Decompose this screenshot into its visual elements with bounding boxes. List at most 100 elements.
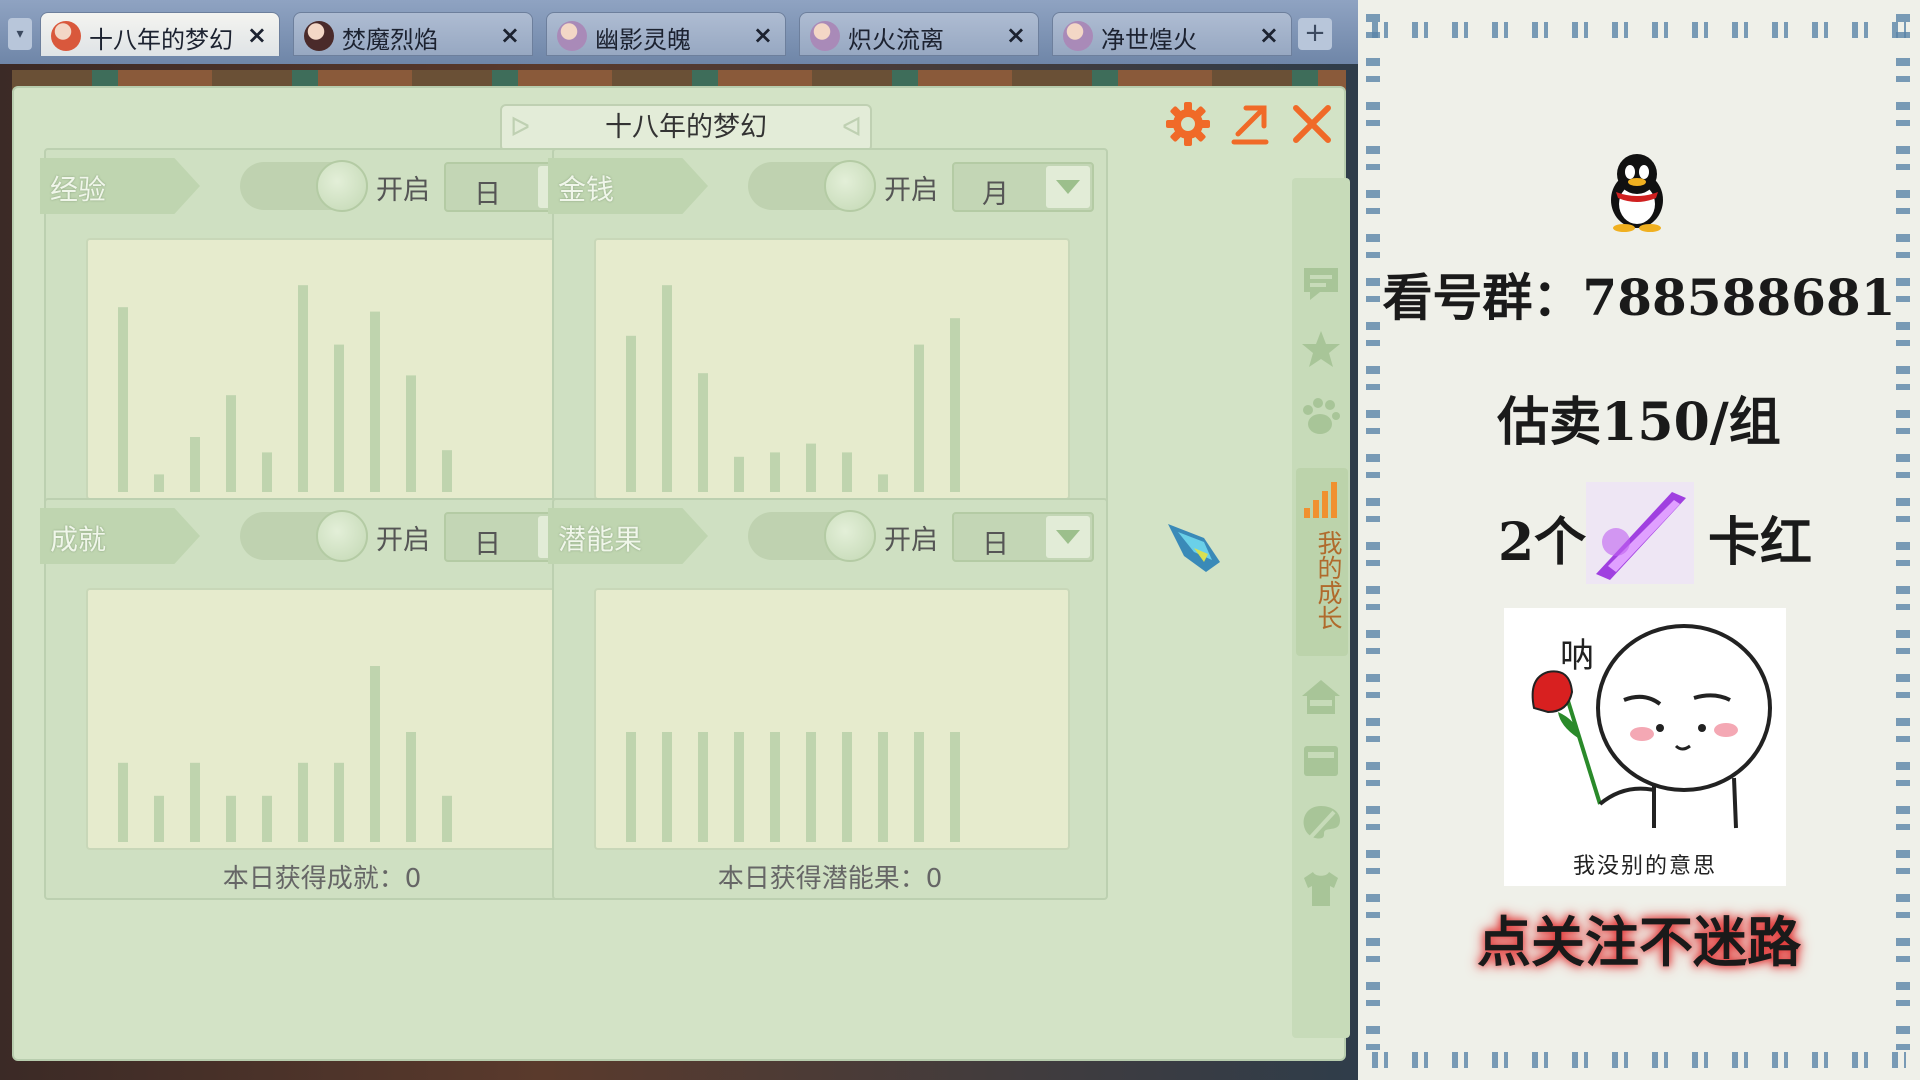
tab-label: 焚魔烈焰 (342, 26, 438, 54)
tab-close-icon[interactable]: × (500, 21, 520, 49)
tab-label: 幽影灵魄 (595, 26, 691, 54)
chart-bar (806, 443, 816, 492)
browser-tab[interactable]: 炽火流离 × (799, 12, 1039, 56)
chart-bar (406, 732, 416, 842)
bar-chart-plot (626, 732, 960, 842)
purple-item-icon (1586, 482, 1694, 584)
chart-bar (118, 762, 128, 842)
bar-chart (86, 238, 562, 500)
chart-bar (842, 452, 852, 492)
bar-chart-plot (118, 285, 452, 492)
growth-panel: ᐅ 十八年的梦幻 ᐊ 经验 开启 日 金钱 开启 月 成就 开启 日 本日获得成… (12, 86, 1350, 1061)
sticker-exclaim: 呐 (1560, 636, 1594, 676)
promo-overlay: 看号群：788588681 估卖150/组 2个 卡红 呐 我没别的意思 点关注… (1358, 0, 1920, 1080)
period-select[interactable]: 日 (952, 512, 1094, 562)
chart-bar (950, 318, 960, 492)
browser-tab[interactable]: 净世煌火 × (1052, 12, 1292, 56)
chart-bar (190, 437, 200, 492)
chart-bar (226, 795, 236, 842)
tab-label: 十八年的梦幻 (89, 26, 233, 54)
meme-sticker: 呐 我没别的意思 (1504, 608, 1786, 886)
chart-bar (842, 732, 852, 842)
tab-avatar-icon (557, 21, 587, 51)
palette-icon[interactable] (1300, 802, 1342, 844)
card-title: 经验 (50, 173, 107, 206)
period-value: 日 (474, 529, 501, 560)
promo-border-bottom (1372, 1052, 1906, 1068)
chart-bar (226, 395, 236, 492)
chart-bar (262, 452, 272, 492)
tab-label: 炽火流离 (848, 26, 944, 54)
experience-card: 经验开启日总经验：514亿 (40, 148, 600, 550)
title-right-ornament: ᐊ (842, 113, 862, 143)
new-tab-button[interactable]: + (1298, 18, 1332, 50)
external-link-icon[interactable] (1224, 98, 1276, 150)
home-icon[interactable] (1300, 676, 1342, 718)
chart-bar (406, 375, 416, 492)
toggle-knob (316, 510, 368, 562)
tab-avatar-icon (810, 21, 840, 51)
panel-title: 十八年的梦幻 (605, 112, 767, 143)
period-value: 日 (474, 179, 501, 210)
enable-toggle[interactable] (240, 160, 368, 212)
card-title: 潜能果 (558, 523, 643, 556)
chart-bar (298, 285, 308, 492)
toggle-label: 开启 (884, 175, 938, 206)
browser-tab[interactable]: 幽影灵魄 × (546, 12, 786, 56)
gem-cursor-icon (1168, 524, 1220, 572)
chart-bar (262, 795, 272, 842)
chart-bar (334, 762, 344, 842)
tab-close-icon[interactable]: × (1259, 21, 1279, 49)
panel-sidebar: 我的成长 (1292, 178, 1350, 1038)
chevron-down-icon[interactable] (1046, 516, 1090, 558)
chart-bar (334, 344, 344, 492)
chart-bar (442, 450, 452, 492)
title-left-ornament: ᐅ (510, 113, 530, 143)
panel-title-plate: ᐅ 十八年的梦幻 ᐊ (500, 104, 872, 152)
card-summary: 本日获得成就：0 (222, 864, 422, 894)
tab-menu-button[interactable]: ▾ (8, 18, 32, 50)
browser-tab[interactable]: 焚魔烈焰 × (293, 12, 533, 56)
achievement-card: 成就 开启 日本日获得成就：0 (40, 498, 600, 900)
enable-toggle[interactable] (240, 510, 368, 562)
chart-bar (442, 795, 452, 842)
sidebar-item-my-growth[interactable]: 我的成长 (1296, 468, 1348, 656)
star-icon[interactable] (1300, 328, 1342, 370)
tab-label: 净世煌火 (1101, 26, 1197, 54)
chevron-down-icon[interactable] (1046, 166, 1090, 208)
shirt-icon[interactable] (1300, 868, 1342, 910)
toggle-label: 开启 (884, 525, 938, 556)
gear-icon[interactable] (1162, 98, 1214, 150)
money-card: 金钱开启月本月获得金钱：4685万 (548, 148, 1108, 550)
bar-chart (594, 238, 1070, 500)
enable-toggle[interactable] (748, 510, 876, 562)
chat-icon[interactable] (1300, 262, 1342, 304)
chart-bar (770, 452, 780, 492)
browser-tab[interactable]: 十八年的梦幻 × (40, 12, 280, 56)
card-title: 成就 (50, 523, 107, 556)
paw-icon[interactable] (1300, 396, 1342, 438)
growth-chart-icon (1304, 482, 1337, 518)
tab-close-icon[interactable]: × (1006, 21, 1026, 49)
meme-face-illustration (1531, 624, 1772, 829)
tab-close-icon[interactable]: × (753, 21, 773, 49)
enable-toggle[interactable] (748, 160, 876, 212)
chart-bar (626, 335, 636, 492)
inventory-icon[interactable] (1300, 738, 1342, 780)
chart-bar (626, 732, 636, 842)
tab-close-icon[interactable]: × (247, 21, 267, 49)
close-icon[interactable] (1286, 98, 1338, 150)
period-select[interactable]: 月 (952, 162, 1094, 212)
chart-bar (662, 285, 672, 492)
sticker-caption: 我没别的意思 (1572, 854, 1717, 879)
chart-bar (154, 474, 164, 492)
card-title: 金钱 (558, 173, 615, 206)
chart-bar (298, 762, 308, 842)
card-tag: 经验 (40, 158, 200, 214)
chart-bar (770, 732, 780, 842)
qq-penguin-icon (1611, 154, 1663, 232)
potential-fruit-card: 潜能果 开启 日本日获得潜能果：0 (548, 498, 1108, 900)
chart-bar (878, 732, 888, 842)
chart-bar (698, 732, 708, 842)
card-tag: 成就 (40, 508, 200, 564)
